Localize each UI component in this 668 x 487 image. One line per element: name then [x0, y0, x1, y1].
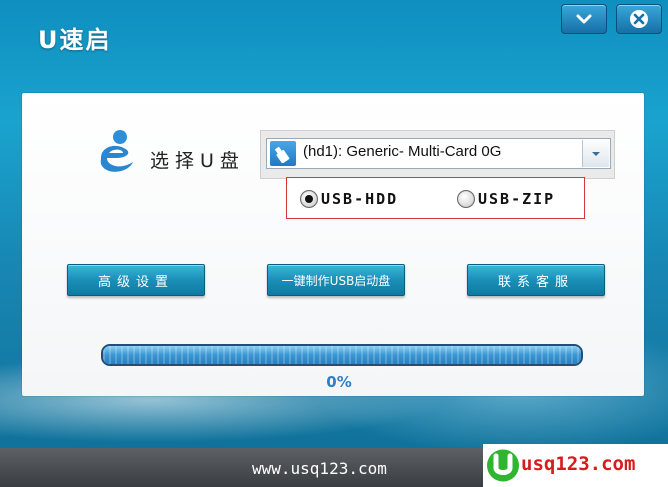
minimize-button[interactable] [561, 4, 607, 34]
footer-url[interactable]: www.usq123.com [252, 459, 387, 478]
progress-percent: 0% [326, 373, 352, 391]
watermark-text: usq123.com [521, 453, 636, 475]
close-button[interactable] [616, 4, 662, 34]
make-bootable-usb-button[interactable]: 一键制作USB启动盘 [267, 264, 405, 296]
usb-zip-label: USB-ZIP [478, 190, 556, 208]
radio-unselected-icon [457, 190, 475, 208]
usb-device-value: (hd1): Generic- Multi-Card 0G [303, 143, 502, 160]
usb-zip-radio[interactable]: USB-ZIP [457, 190, 555, 208]
usb-device-dropdown[interactable]: (hd1): Generic- Multi-Card 0G [260, 130, 615, 179]
usb-hdd-radio[interactable]: USB-HDD [300, 190, 398, 208]
chevron-down-icon [592, 151, 600, 156]
usb-drive-icon [270, 141, 296, 166]
close-icon [630, 10, 648, 28]
mode-radio-group: USB-HDD USB-ZIP [286, 177, 585, 219]
dropdown-arrow-button[interactable] [582, 140, 609, 167]
usb-hdd-label: USB-HDD [321, 190, 399, 208]
progress-fill [103, 346, 581, 364]
advanced-settings-button[interactable]: 高级设置 [67, 264, 205, 296]
progress-bar [101, 344, 583, 366]
chevron-down-icon [576, 14, 592, 24]
watermark-logo-icon [487, 449, 519, 482]
contact-support-button[interactable]: 联系客服 [467, 264, 605, 296]
main-panel: 选择U盘 (hd1): Generic- Multi-Card 0G USB-H… [22, 93, 644, 396]
app-window: U速启 选择U盘 (hd1): Generic- Multi-Card 0G U… [0, 0, 668, 487]
usb-device-select[interactable]: (hd1): Generic- Multi-Card 0G [266, 138, 611, 169]
app-logo-icon [100, 130, 133, 172]
site-watermark: usq123.com [483, 444, 668, 487]
radio-selected-icon [300, 190, 318, 208]
select-usb-label: 选择U盘 [150, 150, 245, 172]
app-title: U速启 [38, 26, 112, 54]
